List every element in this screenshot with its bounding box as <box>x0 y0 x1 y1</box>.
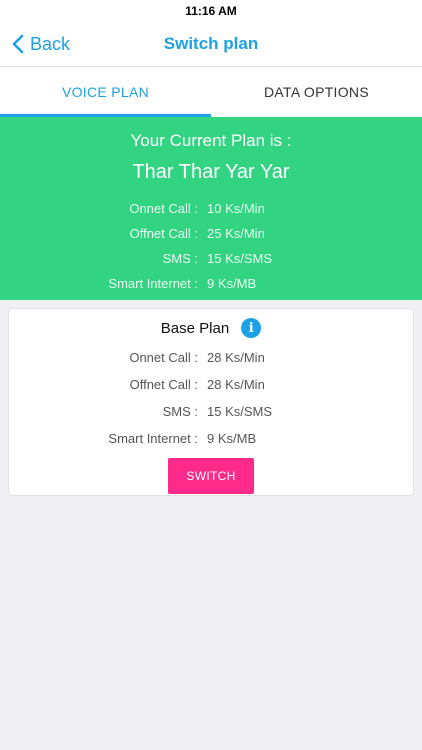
rate-label: Offnet Call : <box>129 226 198 241</box>
rate-row: Onnet Call : 10 Ks/Min <box>0 196 422 221</box>
rate-label: Offnet Call : <box>129 377 198 392</box>
rate-label: Smart Internet : <box>108 276 198 291</box>
base-plan-card: Base Plan i Onnet Call : 28 Ks/Min Offne… <box>8 308 414 496</box>
status-time: 11:16 AM <box>185 4 237 18</box>
tab-voice-plan[interactable]: VOICE PLAN <box>0 67 211 117</box>
chevron-left-icon <box>12 34 24 54</box>
plan-tabs: VOICE PLAN DATA OPTIONS <box>0 66 422 117</box>
rate-value: 9 Ks/MB <box>207 431 257 446</box>
base-plan-title: Base Plan <box>160 319 230 337</box>
rate-row: Offnet Call : 25 Ks/Min <box>0 221 422 246</box>
rate-row: SMS : 15 Ks/SMS <box>0 246 422 271</box>
info-icon[interactable]: i <box>241 318 262 338</box>
rate-row: Onnet Call : 28 Ks/Min <box>9 344 413 371</box>
switch-button[interactable]: SWITCH <box>168 458 254 494</box>
rate-label: Onnet Call : <box>129 350 198 365</box>
rate-value: 15 Ks/SMS <box>207 404 273 419</box>
page-title: Switch plan <box>163 34 259 53</box>
rate-row: Offnet Call : 28 Ks/Min <box>9 371 413 398</box>
tab-data-options[interactable]: DATA OPTIONS <box>211 67 422 117</box>
current-plan-heading: Your Current Plan is : <box>130 131 292 150</box>
switch-container: SWITCH <box>9 458 413 494</box>
rate-value: 9 Ks/MB <box>207 276 257 291</box>
rate-label: SMS : <box>162 251 198 266</box>
rate-label: Onnet Call : <box>129 201 198 216</box>
rate-value: 10 Ks/Min <box>207 201 265 216</box>
rate-row: Smart Internet : 9 Ks/MB <box>0 271 422 296</box>
rate-value: 25 Ks/Min <box>207 226 265 241</box>
rate-value: 28 Ks/Min <box>207 377 265 392</box>
current-plan-name: Thar Thar Yar Yar <box>132 161 290 183</box>
back-label: Back <box>30 33 71 54</box>
navigation-bar: Back Switch plan <box>0 22 422 66</box>
current-plan-panel: Your Current Plan is : Thar Thar Yar Yar… <box>0 117 422 300</box>
rate-row: Smart Internet : 9 Ks/MB <box>9 425 413 452</box>
rate-label: Smart Internet : <box>108 431 198 446</box>
status-bar: 11:16 AM <box>0 0 422 22</box>
rate-label: SMS : <box>162 404 198 419</box>
rate-value: 15 Ks/SMS <box>207 251 273 266</box>
rate-value: 28 Ks/Min <box>207 350 265 365</box>
back-button[interactable]: Back <box>12 22 70 66</box>
rate-row: SMS : 15 Ks/SMS <box>9 398 413 425</box>
base-plan-header: Base Plan i <box>9 317 413 339</box>
